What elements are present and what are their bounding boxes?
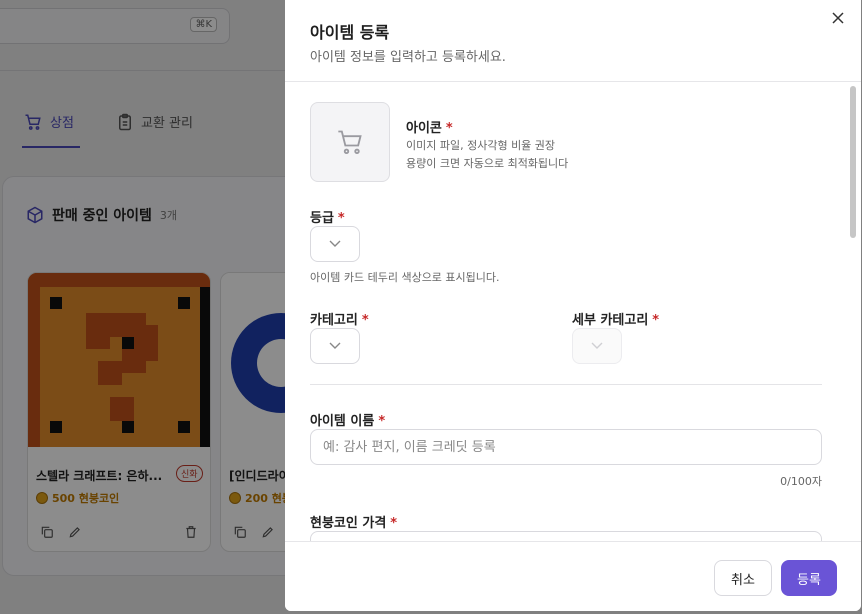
required-mark: *	[378, 414, 386, 429]
cancel-button[interactable]: 취소	[714, 560, 772, 596]
grade-field-label: 등급 *	[310, 207, 345, 226]
icon-hint-format: 이미지 파일, 정사각형 비율 권장	[406, 139, 556, 152]
section-divider	[310, 384, 822, 385]
chevron-down-icon	[329, 342, 341, 349]
name-char-counter: 0/100자	[780, 475, 822, 488]
subcategory-field-label: 세부 카테고리 *	[572, 309, 659, 328]
grade-hint: 아이템 카드 테두리 색상으로 표시됩니다.	[310, 271, 500, 284]
close-button[interactable]	[828, 8, 848, 28]
price-field-label-text: 현붕코인 가격	[310, 516, 387, 531]
modal-subtitle: 아이템 정보를 입력하고 등록하세요.	[310, 50, 506, 65]
modal-title: 아이템 등록	[310, 23, 390, 42]
icon-field-label: 아이콘 *	[406, 117, 453, 136]
subcategory-field-label-text: 세부 카테고리	[572, 313, 649, 328]
item-name-input[interactable]	[310, 429, 822, 465]
scroll-thumb[interactable]	[850, 86, 856, 238]
required-mark: *	[337, 211, 345, 226]
modal-header: 아이템 등록 아이템 정보를 입력하고 등록하세요.	[285, 0, 861, 82]
required-mark: *	[361, 313, 369, 328]
cart-icon	[338, 130, 362, 155]
grade-field-label-text: 등급	[310, 211, 334, 226]
icon-field-label-text: 아이콘	[406, 121, 442, 136]
price-input[interactable]	[310, 531, 822, 541]
name-field-label-text: 아이템 이름	[310, 414, 375, 429]
category-field-label: 카테고리 *	[310, 309, 369, 328]
modal-body: 아이콘 * 이미지 파일, 정사각형 비율 권장 용량이 크면 자동으로 최적화됩…	[285, 83, 861, 541]
modal-footer: 취소 등록	[285, 541, 861, 611]
name-field-label: 아이템 이름 *	[310, 410, 385, 429]
chevron-down-icon	[329, 240, 341, 247]
required-mark: *	[652, 313, 660, 328]
submit-button[interactable]: 등록	[781, 560, 837, 596]
close-icon	[832, 12, 844, 24]
item-register-modal: 아이템 등록 아이템 정보를 입력하고 등록하세요. 아이콘 * 이미지 파일, …	[285, 0, 861, 611]
icon-hint-size: 용량이 크면 자동으로 최적화됩니다	[406, 157, 569, 170]
category-select[interactable]	[310, 328, 360, 364]
subcategory-select[interactable]	[572, 328, 622, 364]
icon-upload-button[interactable]	[310, 102, 390, 182]
required-mark: *	[445, 121, 453, 136]
price-field-label: 현붕코인 가격 *	[310, 512, 397, 531]
grade-select[interactable]	[310, 226, 360, 262]
required-mark: *	[390, 516, 398, 531]
modal-scrollbar[interactable]	[849, 86, 857, 540]
chevron-down-icon	[591, 342, 603, 349]
category-field-label-text: 카테고리	[310, 313, 358, 328]
